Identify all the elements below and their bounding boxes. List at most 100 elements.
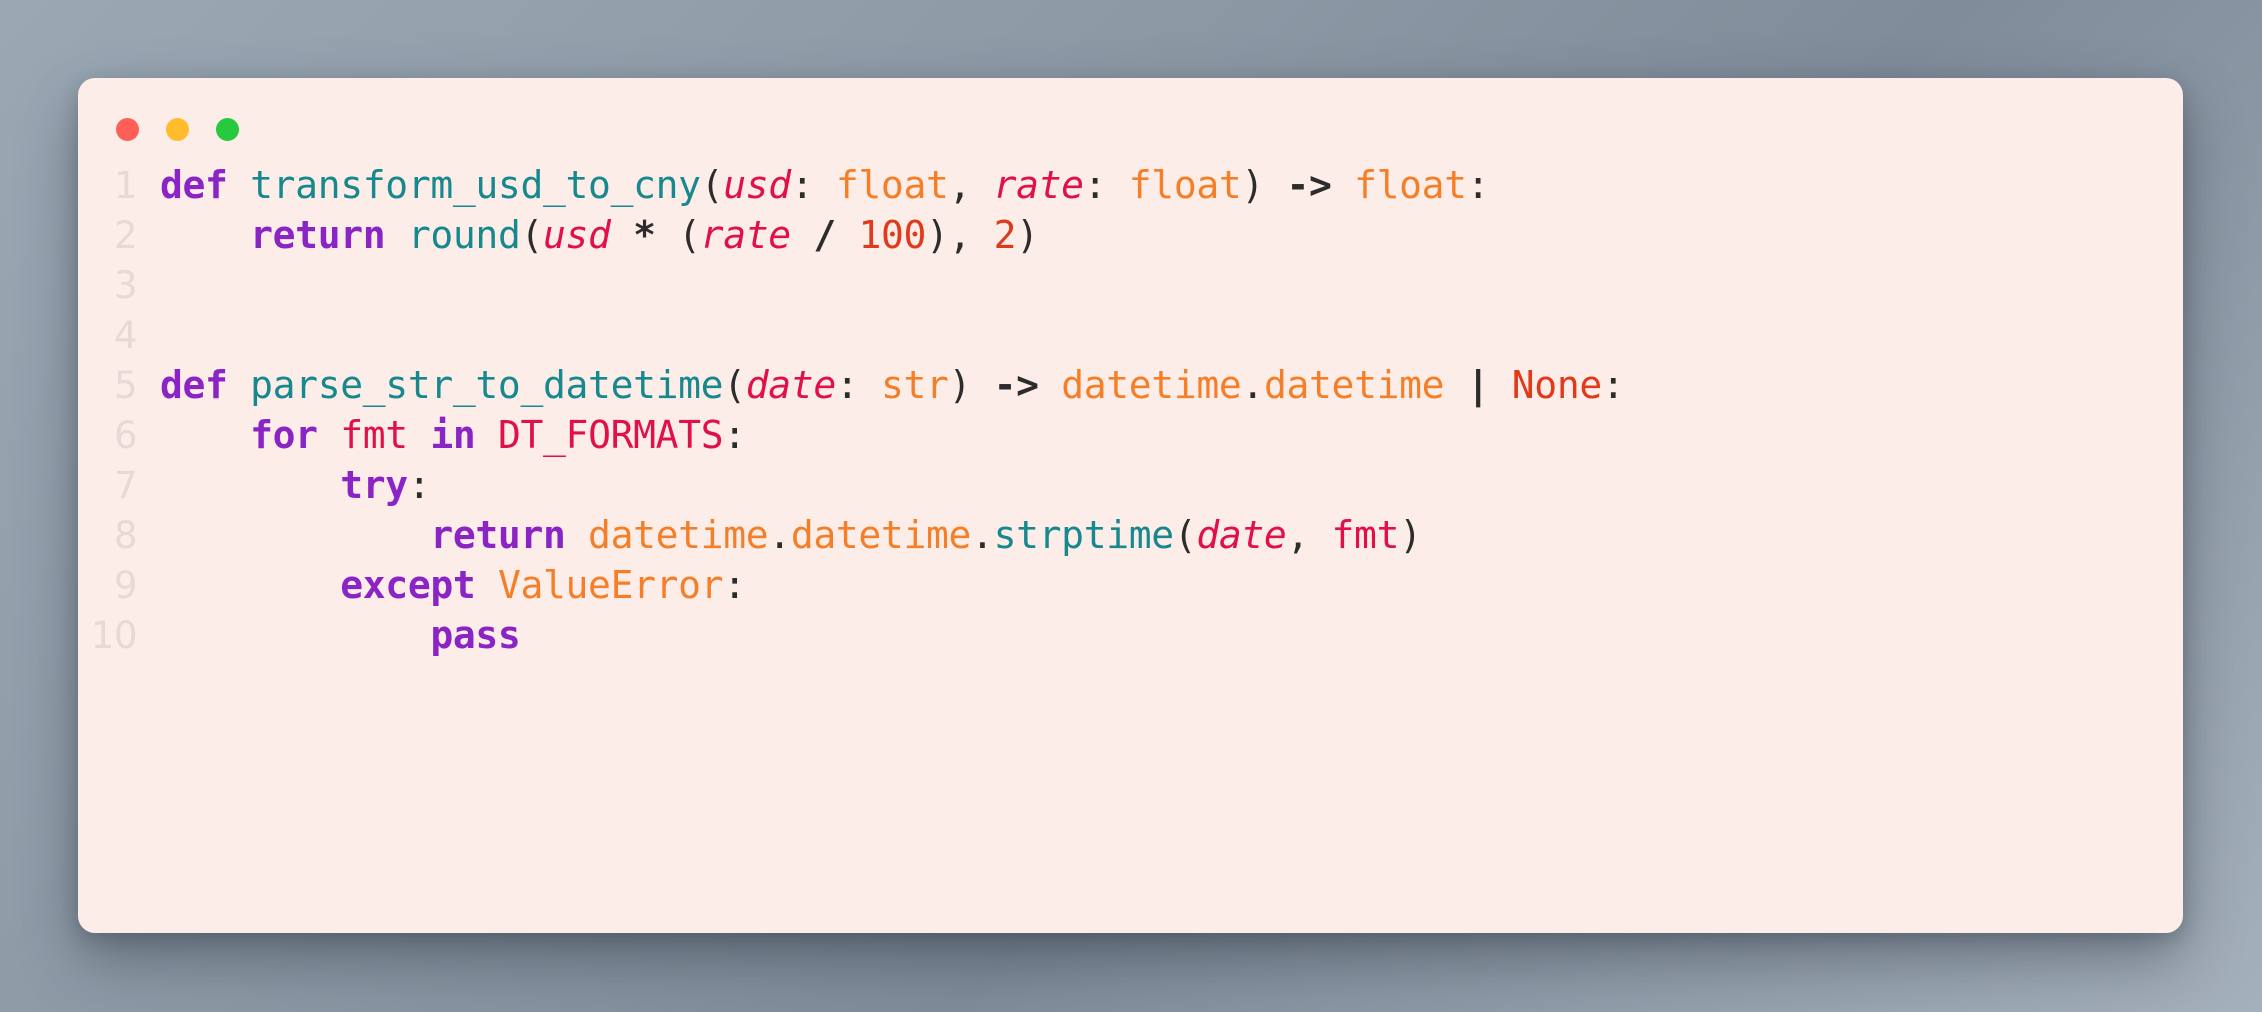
code-block[interactable]: 1 def transform_usd_to_cny(usd: float, ra… bbox=[78, 160, 2183, 660]
line-number: 5 bbox=[113, 363, 138, 407]
token-punc: ( bbox=[520, 213, 543, 257]
token-punc bbox=[1489, 363, 1512, 407]
token-punc: : bbox=[407, 463, 431, 507]
line-number: 6 bbox=[113, 413, 138, 457]
minimize-button-icon[interactable] bbox=[166, 118, 189, 141]
token-name: DT_FORMATS bbox=[497, 413, 724, 457]
token-punc bbox=[160, 213, 250, 257]
line-number: 4 bbox=[113, 313, 138, 357]
token-punc bbox=[791, 213, 814, 257]
token-punc bbox=[566, 513, 589, 557]
token-kw: try bbox=[340, 463, 408, 507]
code-line-source: return datetime.datetime.strptime(date, … bbox=[160, 510, 1422, 560]
token-punc: ( bbox=[700, 163, 724, 207]
token-punc bbox=[475, 413, 498, 457]
maximize-button-icon[interactable] bbox=[216, 118, 239, 141]
token-fn: parse_str_to_datetime bbox=[250, 363, 724, 407]
token-punc: , bbox=[1286, 513, 1332, 557]
code-line[interactable]: 9 except ValueError: bbox=[78, 560, 2183, 610]
token-op: * bbox=[633, 213, 656, 257]
code-line[interactable]: 4 bbox=[78, 310, 2183, 360]
token-punc: : bbox=[790, 163, 836, 207]
token-fn: strptime bbox=[993, 513, 1175, 557]
token-var: rate bbox=[993, 163, 1084, 207]
token-punc: ), bbox=[926, 213, 994, 257]
token-punc: . bbox=[971, 513, 994, 557]
token-punc bbox=[228, 163, 251, 207]
token-cnst: None bbox=[1511, 363, 1602, 407]
token-op: -> bbox=[993, 363, 1039, 407]
line-number: 7 bbox=[113, 463, 138, 507]
token-typ: str bbox=[880, 363, 949, 407]
token-var: rate bbox=[700, 213, 791, 257]
token-kw: def bbox=[160, 363, 228, 407]
code-line-source: except ValueError: bbox=[160, 560, 746, 610]
token-typ: float bbox=[835, 163, 949, 207]
close-button-icon[interactable] bbox=[116, 118, 139, 141]
code-snippet-card: 1 def transform_usd_to_cny(usd: float, ra… bbox=[78, 78, 2183, 933]
token-var: usd bbox=[723, 163, 791, 207]
token-punc bbox=[318, 413, 341, 457]
line-number: 8 bbox=[113, 513, 138, 557]
line-number: 1 bbox=[113, 163, 138, 207]
token-name: fmt bbox=[1331, 513, 1400, 557]
window-titlebar bbox=[116, 118, 239, 141]
token-op: / bbox=[813, 213, 836, 257]
token-punc: ) bbox=[1399, 513, 1422, 557]
token-punc bbox=[1332, 163, 1355, 207]
code-line-source: for fmt in DT_FORMATS: bbox=[160, 410, 746, 460]
token-punc bbox=[160, 613, 430, 657]
token-punc: : bbox=[1466, 163, 1490, 207]
token-op: -> bbox=[1286, 163, 1332, 207]
code-line[interactable]: 5 def parse_str_to_datetime(date: str) ->… bbox=[78, 360, 2183, 410]
code-line-source: return round(usd * (rate / 100), 2) bbox=[160, 210, 1039, 260]
token-punc: ( bbox=[1173, 513, 1197, 557]
token-punc bbox=[611, 213, 634, 257]
code-line[interactable]: 2 return round(usd * (rate / 100), 2) bbox=[78, 210, 2183, 260]
code-line-source: pass bbox=[160, 610, 520, 660]
token-kw: in bbox=[430, 413, 476, 457]
token-punc bbox=[160, 513, 430, 557]
token-kw: for bbox=[250, 413, 318, 457]
token-typ: datetime bbox=[588, 513, 769, 557]
line-number: 9 bbox=[113, 563, 138, 607]
token-name: fmt bbox=[340, 413, 408, 457]
token-kw: return bbox=[250, 213, 386, 257]
token-punc bbox=[160, 563, 340, 607]
token-punc bbox=[228, 363, 251, 407]
token-var: usd bbox=[543, 213, 611, 257]
code-line[interactable]: 7 try: bbox=[78, 460, 2183, 510]
token-punc bbox=[408, 413, 431, 457]
token-punc: . bbox=[768, 513, 791, 557]
token-typ: datetime bbox=[1061, 363, 1242, 407]
code-line[interactable]: 1 def transform_usd_to_cny(usd: float, ra… bbox=[78, 160, 2183, 210]
token-var: date bbox=[745, 363, 836, 407]
code-line[interactable]: 10 pass bbox=[78, 610, 2183, 660]
token-var: date bbox=[1196, 513, 1287, 557]
code-line[interactable]: 3 bbox=[78, 260, 2183, 310]
token-fn: transform_usd_to_cny bbox=[250, 163, 701, 207]
token-punc: ) bbox=[1016, 213, 1039, 257]
token-punc: ( bbox=[655, 213, 701, 257]
token-punc: : bbox=[1601, 363, 1625, 407]
token-punc: : bbox=[1083, 163, 1129, 207]
line-number: 10 bbox=[90, 613, 138, 657]
token-punc bbox=[836, 213, 859, 257]
code-line-source: def parse_str_to_datetime(date: str) -> … bbox=[160, 360, 1625, 410]
token-typ: ValueError bbox=[497, 563, 724, 607]
code-line[interactable]: 8 return datetime.datetime.strptime(date… bbox=[78, 510, 2183, 560]
token-punc: : bbox=[835, 363, 881, 407]
token-kw: return bbox=[430, 513, 566, 557]
line-number: 2 bbox=[113, 213, 138, 257]
token-punc: , bbox=[948, 163, 994, 207]
code-line-source: try: bbox=[160, 460, 430, 510]
token-punc: ) bbox=[1241, 163, 1287, 207]
token-num: 2 bbox=[993, 213, 1017, 257]
token-punc bbox=[1039, 363, 1062, 407]
code-line[interactable]: 6 for fmt in DT_FORMATS: bbox=[78, 410, 2183, 460]
token-punc: : bbox=[723, 563, 746, 607]
token-typ: float bbox=[1354, 163, 1467, 207]
token-typ: float bbox=[1128, 163, 1242, 207]
token-typ: datetime bbox=[790, 513, 972, 557]
token-kw: except bbox=[340, 563, 476, 607]
